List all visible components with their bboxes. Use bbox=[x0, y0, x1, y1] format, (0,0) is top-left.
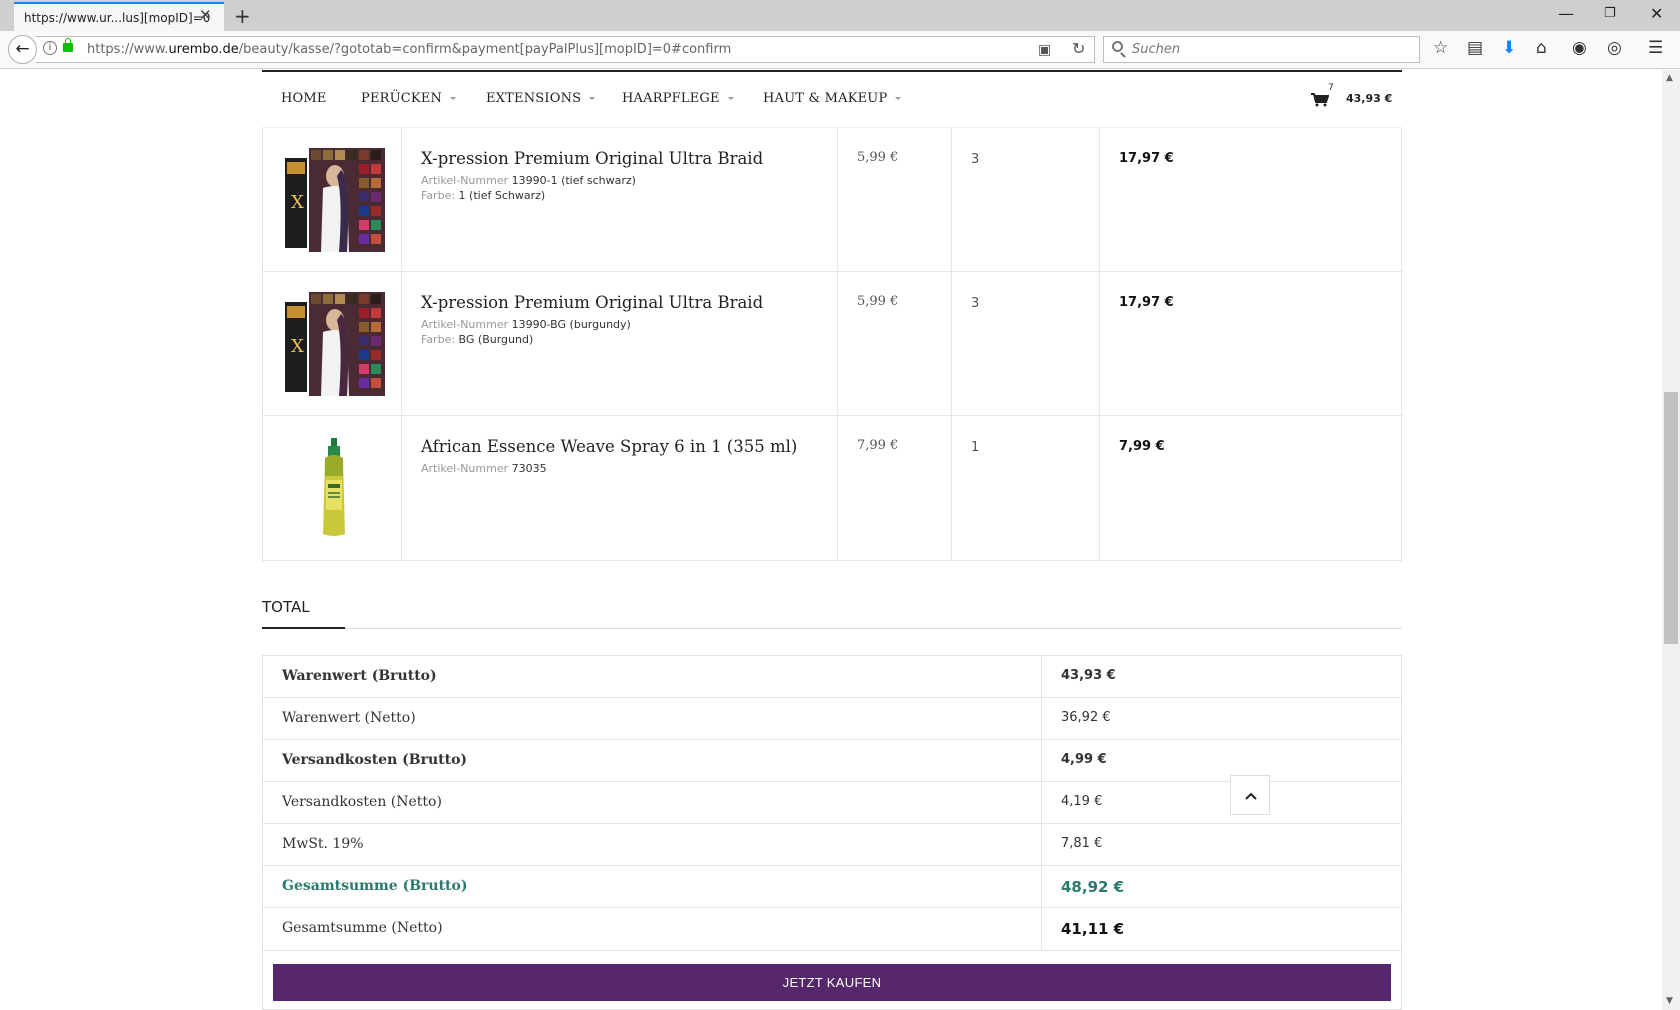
reload-icon[interactable]: ↻ bbox=[1072, 39, 1085, 58]
table-row: X X-pression Premium Original Ultra Brai… bbox=[263, 272, 1403, 416]
lock-icon[interactable] bbox=[63, 38, 73, 52]
product-image[interactable]: X bbox=[283, 292, 387, 396]
reader-view-icon[interactable]: ▣ bbox=[1038, 42, 1051, 58]
product-image[interactable]: X bbox=[283, 148, 387, 252]
caret-down-icon bbox=[589, 97, 596, 100]
scroll-up-arrow-icon[interactable]: ▲ bbox=[1666, 73, 1673, 83]
quantity: 3 bbox=[971, 296, 980, 311]
navigation-toolbar: https://www.urembo.de/beauty/kasse/?goto… bbox=[0, 31, 1680, 69]
column-divider bbox=[401, 128, 402, 560]
tab-strip: https://www.ur...lus][mopID]=0 ✕ + — ❐ ✕ bbox=[0, 0, 1680, 31]
column-divider bbox=[1099, 128, 1100, 560]
tab-title: https://www.ur...lus][mopID]=0 bbox=[24, 11, 211, 25]
product-name[interactable]: X-pression Premium Original Ultra Braid bbox=[421, 149, 763, 168]
total-heading-underline bbox=[262, 627, 345, 629]
menu-item-home[interactable]: HOME bbox=[281, 91, 327, 106]
browser-tab-active[interactable]: https://www.ur...lus][mopID]=0 bbox=[14, 2, 224, 31]
minimize-window-icon[interactable]: — bbox=[1558, 4, 1574, 23]
scrollbar-thumb[interactable] bbox=[1664, 392, 1678, 644]
line-total: 7,99 € bbox=[1119, 439, 1165, 454]
line-total: 17,97 € bbox=[1119, 151, 1174, 166]
caret-down-icon bbox=[450, 97, 457, 100]
menu-item-haarpflege[interactable]: HAARPFLEGE bbox=[622, 91, 734, 106]
line-total: 17,97 € bbox=[1119, 295, 1174, 310]
caret-down-icon bbox=[895, 97, 902, 100]
total-heading: TOTAL bbox=[262, 598, 310, 616]
column-divider bbox=[951, 128, 952, 560]
total-row-mwst: MwSt. 19% 7,81 € bbox=[263, 824, 1401, 866]
unit-price: 7,99 € bbox=[857, 438, 899, 453]
chevron-up-icon bbox=[1245, 792, 1257, 800]
svg-text:X: X bbox=[291, 336, 304, 357]
close-window-icon[interactable]: ✕ bbox=[1650, 4, 1663, 23]
order-items-table: X X-pression Premium Original Ultra Brai… bbox=[262, 128, 1403, 561]
caret-down-icon bbox=[727, 97, 734, 100]
info-icon[interactable]: i bbox=[43, 41, 57, 55]
total-row-warenwert-netto: Warenwert (Netto) 36,92 € bbox=[263, 698, 1401, 740]
menu-item-extensions[interactable]: EXTENSIONS bbox=[486, 91, 596, 106]
product-name[interactable]: African Essence Weave Spray 6 in 1 (355 … bbox=[421, 437, 797, 456]
table-row: African Essence Weave Spray 6 in 1 (355 … bbox=[263, 416, 1403, 560]
product-sku: Artikel-Nummer 13990-BG (burgundy) bbox=[421, 318, 631, 331]
restore-window-icon[interactable]: ❐ bbox=[1604, 6, 1616, 21]
new-tab-button[interactable]: + bbox=[234, 4, 251, 28]
bookmark-star-icon[interactable]: ☆ bbox=[1433, 38, 1448, 58]
url-domain: urembo.de bbox=[168, 42, 239, 57]
pocket-icon[interactable]: ◉ bbox=[1572, 38, 1587, 58]
library-icon[interactable]: ▤ bbox=[1467, 38, 1483, 58]
back-to-top-button[interactable] bbox=[1230, 775, 1270, 815]
download-icon[interactable]: ⬇ bbox=[1502, 38, 1516, 58]
back-arrow-icon[interactable]: ← bbox=[8, 35, 37, 64]
product-color: Farbe: BG (Burgund) bbox=[421, 333, 534, 346]
product-sku: Artikel-Nummer 13990-1 (tief schwarz) bbox=[421, 174, 636, 187]
quantity: 1 bbox=[971, 440, 980, 455]
buy-now-button[interactable]: JETZT KAUFEN bbox=[273, 964, 1391, 1001]
main-menu: HOME PERÜCKEN EXTENSIONS HAARPFLEGE HAUT… bbox=[262, 72, 1402, 128]
total-row-gesamtsumme-brutto: Gesamtsumme (Brutto) 48,92 € bbox=[263, 866, 1401, 908]
menu-item-peruecken[interactable]: PERÜCKEN bbox=[361, 91, 457, 106]
product-color: Farbe: 1 (tief Schwarz) bbox=[421, 189, 546, 202]
cart-count-badge: 7 bbox=[1328, 83, 1334, 93]
total-divider bbox=[262, 628, 1402, 629]
url-bar[interactable]: https://www.urembo.de/beauty/kasse/?goto… bbox=[36, 36, 1095, 63]
svg-text:X: X bbox=[291, 192, 304, 213]
unit-price: 5,99 € bbox=[857, 150, 899, 165]
column-divider bbox=[837, 128, 838, 560]
url-prefix: https://www. bbox=[87, 42, 169, 57]
table-row: X X-pression Premium Original Ultra Brai… bbox=[263, 128, 1403, 272]
cart-total[interactable]: 43,93 € bbox=[1346, 92, 1392, 105]
sync-icon[interactable]: ◎ bbox=[1607, 38, 1622, 58]
menu-item-haut-makeup[interactable]: HAUT & MAKEUP bbox=[763, 91, 902, 106]
page-scrollbar[interactable]: ▲ ▼ bbox=[1662, 70, 1680, 1010]
search-icon bbox=[1112, 41, 1123, 52]
product-name[interactable]: X-pression Premium Original Ultra Braid bbox=[421, 293, 763, 312]
total-row-gesamtsumme-netto: Gesamtsumme (Netto) 41,11 € bbox=[263, 908, 1401, 950]
product-sku: Artikel-Nummer 73035 bbox=[421, 462, 547, 475]
total-row-warenwert-brutto: Warenwert (Brutto) 43,93 € bbox=[263, 656, 1401, 698]
search-input[interactable]: Suchen bbox=[1103, 36, 1420, 63]
home-icon[interactable]: ⌂ bbox=[1536, 38, 1547, 58]
quantity: 3 bbox=[971, 152, 980, 167]
close-tab-icon[interactable]: ✕ bbox=[199, 7, 212, 23]
unit-price: 5,99 € bbox=[857, 294, 899, 309]
hamburger-menu-icon[interactable]: ☰ bbox=[1648, 38, 1663, 58]
cart-icon[interactable] bbox=[1311, 93, 1329, 107]
scroll-down-arrow-icon[interactable]: ▼ bbox=[1666, 996, 1673, 1006]
product-image[interactable] bbox=[283, 436, 387, 540]
url-path: /beauty/kasse/?gototab=confirm&payment[p… bbox=[238, 42, 732, 57]
page-content: HOME PERÜCKEN EXTENSIONS HAARPFLEGE HAUT… bbox=[0, 70, 1662, 1010]
